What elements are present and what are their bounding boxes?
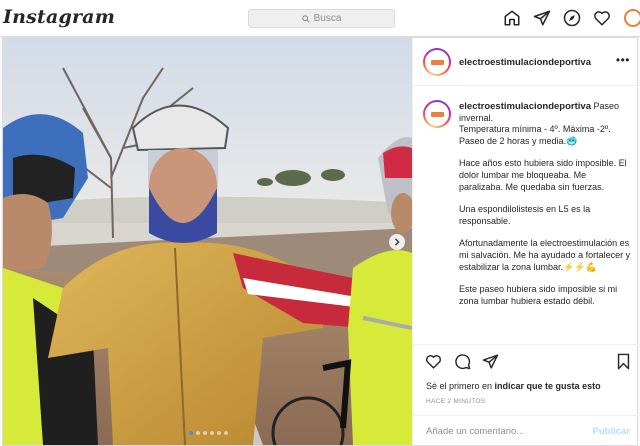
caption-avatar[interactable] bbox=[423, 100, 451, 128]
carousel-dot bbox=[189, 431, 193, 435]
home-icon[interactable] bbox=[503, 9, 521, 27]
carousel-dot bbox=[196, 431, 200, 435]
avatar[interactable] bbox=[624, 9, 640, 27]
caption-paragraph: Este paseo hubiera sido imposible si mi … bbox=[459, 284, 620, 306]
bookmark-icon[interactable] bbox=[616, 353, 631, 370]
carousel-next-button[interactable] bbox=[389, 234, 405, 250]
carousel-indicator bbox=[189, 431, 228, 435]
comment-icon[interactable] bbox=[454, 353, 471, 370]
post-card: electroestimulaciondeportiva ••• electro… bbox=[2, 37, 639, 446]
instagram-logo[interactable]: Instagram bbox=[3, 6, 115, 28]
carousel-dot bbox=[203, 431, 207, 435]
post-caption: electroestimulaciondeportiva Paseo inver… bbox=[459, 101, 631, 307]
top-navigation-bar: Instagram Busca bbox=[0, 0, 640, 37]
carousel-dot bbox=[210, 431, 214, 435]
comment-input[interactable]: Añade un comentario... bbox=[426, 426, 524, 437]
like-heart-icon[interactable] bbox=[425, 353, 442, 370]
caption-paragraph: Afortunadamente la electroestimulación e… bbox=[459, 238, 633, 272]
cyclists-photo bbox=[3, 38, 412, 445]
publish-button[interactable]: Publicar bbox=[593, 426, 631, 437]
search-input[interactable]: Busca bbox=[248, 9, 395, 28]
carousel-dot bbox=[224, 431, 228, 435]
more-options-icon[interactable]: ••• bbox=[616, 53, 630, 67]
post-sidebar: electroestimulaciondeportiva ••• electro… bbox=[412, 38, 639, 445]
caption-paragraph: Una espondilolistesis en L5 es la respon… bbox=[459, 204, 593, 226]
post-username[interactable]: electroestimulaciondeportiva bbox=[459, 57, 591, 68]
post-photo[interactable] bbox=[3, 38, 412, 445]
likes-text: Sé el primero en indicar que te gusta es… bbox=[426, 381, 601, 391]
like-this-link[interactable]: indicar que te gusta esto bbox=[495, 381, 601, 391]
caption-paragraph: Hace años esto hubiera sido imposible. E… bbox=[459, 158, 630, 192]
compass-icon[interactable] bbox=[563, 9, 581, 27]
paper-plane-icon[interactable] bbox=[533, 9, 551, 27]
heart-icon[interactable] bbox=[593, 9, 611, 27]
comment-bar: Añade un comentario... Publicar bbox=[413, 415, 639, 446]
post-actions: Sé el primero en indicar que te gusta es… bbox=[413, 344, 639, 445]
avatar[interactable] bbox=[423, 48, 451, 76]
caption-username[interactable]: electroestimulaciondeportiva bbox=[459, 101, 591, 112]
search-placeholder: Busca bbox=[313, 13, 342, 24]
carousel-dot bbox=[217, 431, 221, 435]
post-header: electroestimulaciondeportiva ••• bbox=[413, 38, 639, 86]
post-timestamp[interactable]: HACE 2 MINUTOS bbox=[426, 398, 485, 405]
share-paper-plane-icon[interactable] bbox=[482, 353, 499, 370]
chevron-right-icon bbox=[394, 238, 400, 246]
likes-prefix: Sé el primero en bbox=[426, 381, 495, 391]
search-icon bbox=[301, 14, 310, 23]
